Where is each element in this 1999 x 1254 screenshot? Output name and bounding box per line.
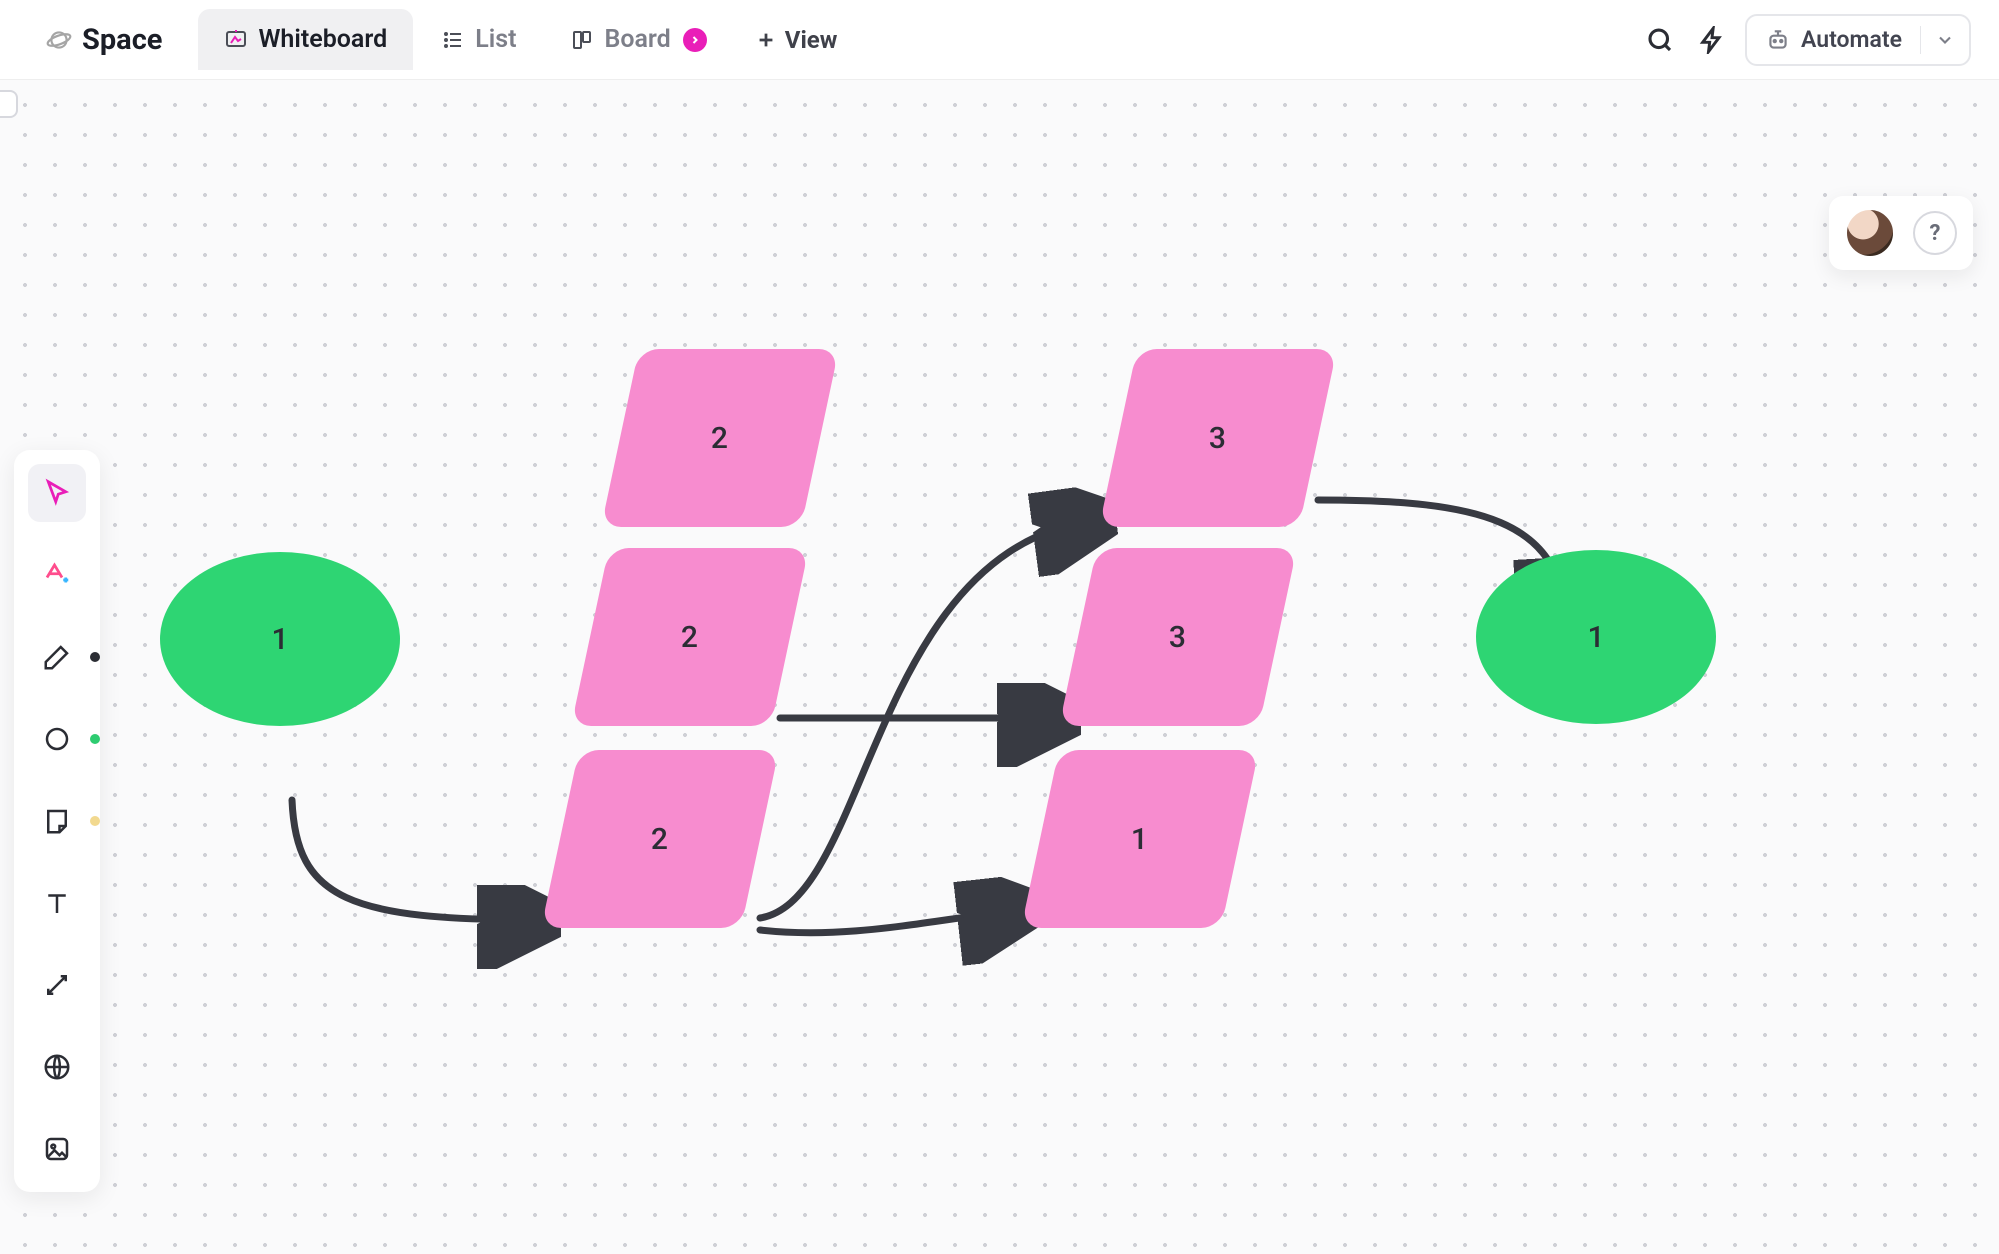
collaborators-panel: ? (1829, 196, 1973, 270)
tool-ai[interactable] (28, 546, 86, 604)
view-tabs: Whiteboard List Board View (198, 9, 857, 70)
robot-icon (1765, 27, 1791, 53)
help-button[interactable]: ? (1913, 211, 1957, 255)
shape-toolbar (14, 450, 100, 1192)
tool-image[interactable] (28, 1120, 86, 1178)
chevron-down-icon (1935, 30, 1955, 50)
node-ellipse[interactable]: 1 (1476, 550, 1716, 724)
add-view-button[interactable]: View (735, 10, 858, 70)
tool-select[interactable] (28, 464, 86, 522)
search-icon (1645, 25, 1675, 55)
divider (1920, 26, 1921, 54)
list-icon (441, 28, 465, 52)
node-card[interactable]: 2 (571, 548, 809, 726)
connector-icon (42, 970, 72, 1000)
node-label: 2 (651, 822, 668, 857)
node-card[interactable]: 3 (1099, 349, 1337, 527)
cursor-icon (42, 478, 72, 508)
tool-connector[interactable] (28, 956, 86, 1014)
topbar-right: Automate (1641, 14, 1971, 66)
node-label: 3 (1209, 421, 1226, 456)
node-label: 1 (271, 622, 288, 657)
tab-whiteboard[interactable]: Whiteboard (198, 9, 413, 70)
automate-button[interactable]: Automate (1745, 14, 1971, 66)
search-button[interactable] (1641, 21, 1679, 59)
whiteboard-icon (224, 28, 248, 52)
tab-label: Board (604, 25, 670, 54)
arrow (760, 910, 1020, 933)
node-label: 1 (1587, 620, 1604, 655)
tool-pen[interactable] (28, 628, 86, 686)
tool-shape[interactable] (28, 710, 86, 768)
board-icon (570, 28, 594, 52)
node-card[interactable]: 2 (601, 349, 839, 527)
help-label: ? (1930, 221, 1941, 246)
image-icon (42, 1134, 72, 1164)
board-badge-icon (683, 28, 707, 52)
space-breadcrumb[interactable]: Space (28, 13, 180, 67)
node-label: 2 (711, 421, 728, 456)
add-view-label: View (785, 26, 838, 54)
tool-web[interactable] (28, 1038, 86, 1096)
node-card[interactable]: 1 (1021, 750, 1259, 928)
tab-label: Whiteboard (258, 25, 387, 54)
node-label: 3 (1169, 620, 1186, 655)
node-ellipse[interactable]: 1 (160, 552, 400, 726)
node-label: 2 (681, 620, 698, 655)
pen-swatch (90, 652, 100, 662)
tab-board[interactable]: Board (544, 9, 732, 70)
tab-list[interactable]: List (415, 9, 542, 70)
ai-icon (42, 560, 72, 590)
planet-icon (46, 27, 72, 53)
bolt-icon (1698, 26, 1726, 54)
globe-icon (42, 1052, 72, 1082)
sidebar-handle[interactable] (0, 90, 18, 118)
node-card[interactable]: 3 (1059, 548, 1297, 726)
top-bar: Space Whiteboard List Board (0, 0, 1999, 80)
tab-label: List (475, 25, 516, 54)
tool-note[interactable] (28, 792, 86, 850)
note-icon (42, 806, 72, 836)
plus-icon (755, 29, 777, 51)
automate-label: Automate (1801, 26, 1902, 53)
whiteboard-canvas[interactable]: ? (0, 80, 1999, 1254)
node-label: 1 (1131, 822, 1148, 857)
note-swatch (90, 816, 100, 826)
bolt-button[interactable] (1693, 21, 1731, 59)
tool-text[interactable] (28, 874, 86, 932)
diagram-layer: 1 2 2 2 3 3 1 1 (0, 80, 1999, 1254)
avatar[interactable] (1845, 208, 1895, 258)
pen-icon (42, 642, 72, 672)
arrow (292, 800, 540, 920)
text-icon (42, 888, 72, 918)
space-label: Space (82, 23, 162, 57)
node-card[interactable]: 2 (541, 750, 779, 928)
shape-icon (42, 724, 72, 754)
shape-swatch (90, 734, 100, 744)
